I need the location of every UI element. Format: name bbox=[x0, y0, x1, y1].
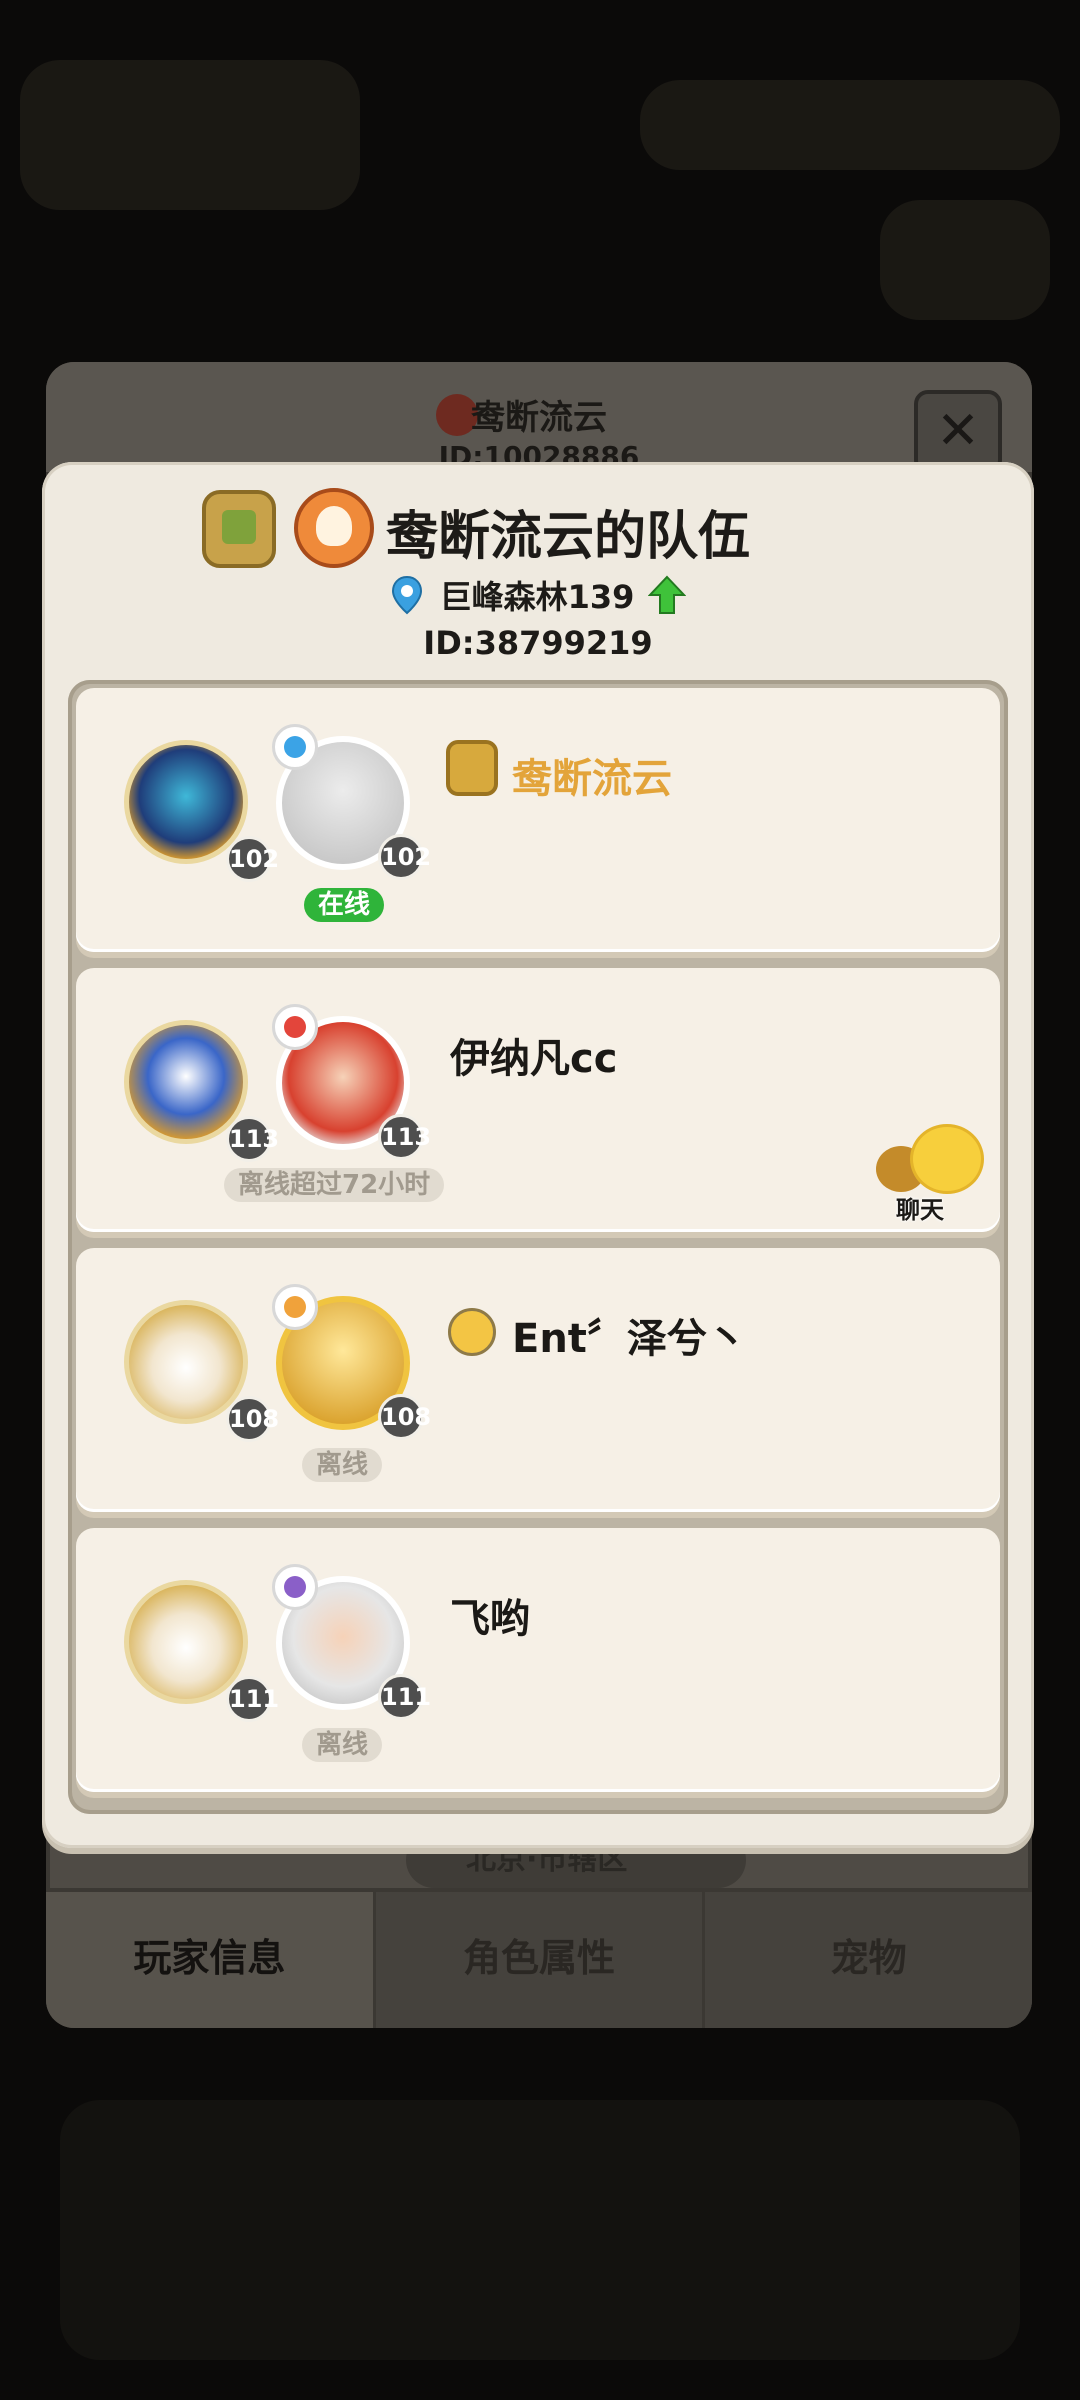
map-pin-icon bbox=[391, 575, 422, 615]
member-name: Ent〞泽兮丶 bbox=[512, 1316, 747, 1362]
character-level-badge: 102 bbox=[378, 834, 431, 880]
team-modal: 鸯断流云的队伍 巨峰森林139 ID:38799219 102 102 在线 鸯… bbox=[42, 462, 1034, 1848]
team-title: 鸯断流云的队伍 bbox=[386, 507, 751, 567]
player-info-header: 鸯断流云 ID:10028886 ✕ bbox=[46, 362, 1032, 474]
light-element-icon bbox=[272, 1284, 318, 1330]
character-level-badge: 113 bbox=[378, 1114, 431, 1160]
member-card[interactable]: 111 111 离线 飞哟 bbox=[76, 1528, 1000, 1792]
rank-badge-icon bbox=[202, 490, 276, 568]
status-badge: 离线 bbox=[302, 1448, 383, 1482]
member-name: 鸯断流云 bbox=[512, 756, 672, 802]
pet-level-badge: 102 bbox=[226, 836, 279, 882]
member-card[interactable]: 102 102 在线 鸯断流云 bbox=[76, 688, 1000, 952]
character-level-badge: 108 bbox=[378, 1394, 431, 1440]
team-location-row: 巨峰森林139 bbox=[42, 572, 1034, 620]
member-list: 102 102 在线 鸯断流云 113 113 离线超过72小时 伊纳凡cc 聊… bbox=[68, 680, 1008, 1814]
arrow-up-icon[interactable] bbox=[648, 575, 687, 615]
chat-label: 聊天 bbox=[896, 1196, 944, 1224]
emoji-icon bbox=[448, 1308, 496, 1356]
member-card[interactable]: 108 108 离线 Ent〞泽兮丶 bbox=[76, 1248, 1000, 1512]
member-name: 伊纳凡cc bbox=[450, 1036, 618, 1082]
background-scene bbox=[640, 80, 1060, 170]
team-header: 鸯断流云的队伍 巨峰森林139 ID:38799219 bbox=[42, 462, 1034, 662]
tab-pets[interactable]: 宠物 bbox=[705, 1892, 1032, 2028]
background-scene bbox=[20, 60, 360, 210]
dark-element-icon bbox=[272, 1564, 318, 1610]
tab-character-attributes[interactable]: 角色属性 bbox=[375, 1892, 706, 2028]
water-element-icon bbox=[272, 724, 318, 770]
pet-level-badge: 113 bbox=[226, 1116, 279, 1162]
leader-icon bbox=[446, 740, 498, 796]
pet-level-badge: 111 bbox=[226, 1676, 279, 1722]
background-scene bbox=[880, 200, 1050, 320]
status-badge: 离线超过72小时 bbox=[224, 1168, 445, 1202]
chat-face-icon bbox=[910, 1124, 984, 1194]
pet-level-badge: 108 bbox=[226, 1396, 279, 1442]
member-name: 飞哟 bbox=[450, 1596, 530, 1642]
chat-button[interactable]: 聊天 bbox=[876, 1124, 996, 1224]
tab-player-info[interactable]: 玩家信息 bbox=[46, 1892, 376, 2028]
status-badge: 在线 bbox=[304, 888, 385, 922]
character-level-badge: 111 bbox=[378, 1674, 431, 1720]
fire-element-icon bbox=[272, 1004, 318, 1050]
fire-badge-icon bbox=[294, 488, 374, 568]
team-id: ID:38799219 bbox=[423, 624, 653, 662]
tab-bar: 玩家信息 角色属性 宠物 bbox=[46, 1888, 1032, 2028]
member-card[interactable]: 113 113 离线超过72小时 伊纳凡cc 聊天 bbox=[76, 968, 1000, 1232]
background-scene bbox=[60, 2100, 1020, 2360]
status-badge: 离线 bbox=[302, 1728, 383, 1762]
team-location: 巨峰森林139 bbox=[439, 578, 635, 616]
player-name: 鸯断流云 bbox=[471, 398, 607, 438]
